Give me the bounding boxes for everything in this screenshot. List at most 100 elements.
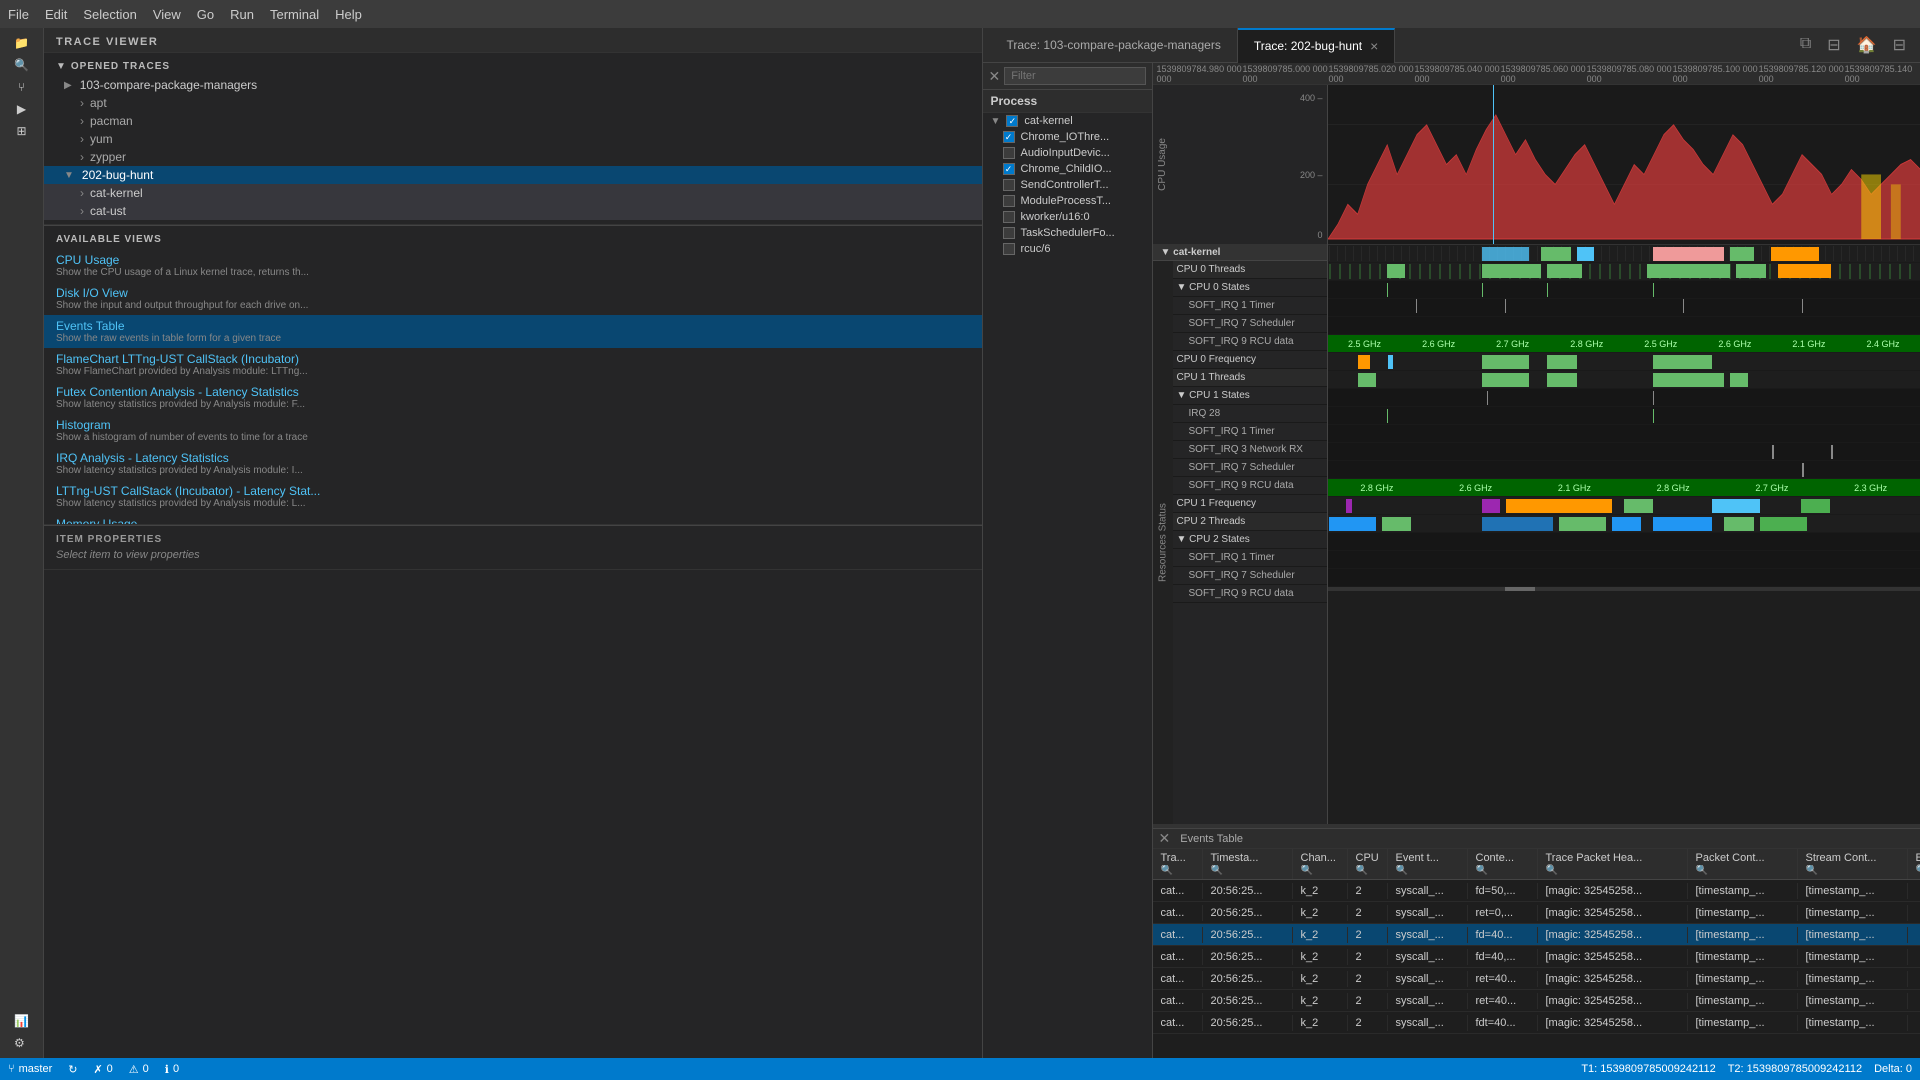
warnings-count[interactable]: ⚠ 0 xyxy=(129,1063,149,1076)
proc-send-ctrl[interactable]: SendControllerT... xyxy=(983,177,1152,193)
cpu1-threads-label[interactable]: CPU 1 Threads xyxy=(1173,369,1327,387)
view-cpu-usage[interactable]: CPU Usage Show the CPU usage of a Linux … xyxy=(44,249,982,282)
cpu2-threads-label[interactable]: CPU 2 Threads xyxy=(1173,513,1327,531)
proc-audio[interactable]: AudioInputDevic... xyxy=(983,145,1152,161)
proc-cat-kernel[interactable]: ▼ cat-kernel xyxy=(983,113,1152,129)
table-row-5[interactable]: cat... 20:56:25... k_2 2 syscall_... ret… xyxy=(1153,968,1920,990)
col-chan[interactable]: Chan... xyxy=(1293,849,1348,879)
proc-chrome-child-checkbox[interactable] xyxy=(1003,163,1015,175)
view-flamechart[interactable]: FlameChart LTTng-UST CallStack (Incubato… xyxy=(44,348,982,381)
menu-terminal[interactable]: Terminal xyxy=(270,7,319,22)
tab-filter-action[interactable]: ⊟ xyxy=(1887,33,1912,57)
trace-item-cat-ust[interactable]: › cat-ust xyxy=(44,202,982,220)
table-row-1[interactable]: cat... 20:56:25... k_2 2 syscall_... fd=… xyxy=(1153,880,1920,902)
close-events-table[interactable]: ✕ xyxy=(1153,830,1177,847)
col-chan-search[interactable] xyxy=(1301,865,1339,876)
proc-chrome-io-checkbox[interactable] xyxy=(1003,131,1015,143)
view-irq[interactable]: IRQ Analysis - Latency Statistics Show l… xyxy=(44,447,982,480)
proc-task-sched-checkbox[interactable] xyxy=(1003,227,1015,239)
view-events-table[interactable]: Events Table Show the raw events in tabl… xyxy=(44,315,982,348)
trace-202[interactable]: ▼ 202-bug-hunt xyxy=(44,166,982,184)
table-row-4[interactable]: cat... 20:56:25... k_2 2 syscall_... fd=… xyxy=(1153,946,1920,968)
proc-rcuc-checkbox[interactable] xyxy=(1003,243,1015,255)
col-tph-search-icon[interactable]: 🔍 xyxy=(1546,865,1679,876)
table-row-6[interactable]: cat... 20:56:25... k_2 2 syscall_... ret… xyxy=(1153,990,1920,1012)
trace-item-cat-kernel[interactable]: › cat-kernel xyxy=(44,184,982,202)
col-ectx[interactable]: Event Context 🔍 xyxy=(1908,849,1920,879)
col-tph[interactable]: Trace Packet Hea... 🔍 xyxy=(1538,849,1688,879)
errors-count[interactable]: ✗ 0 xyxy=(93,1063,112,1076)
proc-module[interactable]: ModuleProcessT... xyxy=(983,193,1152,209)
col-pkt[interactable]: Packet Cont... xyxy=(1688,849,1798,879)
git-branch[interactable]: ⑂ master xyxy=(8,1063,52,1075)
trace-item-apt[interactable]: › apt xyxy=(44,94,982,112)
col-ctx[interactable]: Conte... xyxy=(1468,849,1538,879)
cpu0-states-label[interactable]: ▼ CPU 0 States xyxy=(1173,279,1327,297)
menu-selection[interactable]: Selection xyxy=(83,7,136,22)
trace-rows-scroll[interactable]: 2.5 GHz 2.6 GHz 2.7 GHz 2.8 GHz 2.5 GHz … xyxy=(1328,245,1920,824)
proc-audio-checkbox[interactable] xyxy=(1003,147,1015,159)
trace-item-yum[interactable]: › yum xyxy=(44,130,982,148)
col-timestamp[interactable]: Timesta... xyxy=(1203,849,1293,879)
trace-item-pacman[interactable]: › pacman xyxy=(44,112,982,130)
col-ectx-search-icon[interactable]: 🔍 xyxy=(1916,865,1920,876)
menu-run[interactable]: Run xyxy=(230,7,254,22)
view-memory[interactable]: Memory Usage Show the Linux UST memory u… xyxy=(44,513,982,525)
proc-module-checkbox[interactable] xyxy=(1003,195,1015,207)
view-lttng-ust[interactable]: LTTng-UST CallStack (Incubator) - Latenc… xyxy=(44,480,982,513)
tab-settings-action[interactable]: 🏠 xyxy=(1851,33,1883,57)
events-table-body[interactable]: cat... 20:56:25... k_2 2 syscall_... fd=… xyxy=(1153,880,1920,1058)
proc-kworker[interactable]: kworker/u16:0 xyxy=(983,209,1152,225)
proc-chrome-child[interactable]: Chrome_ChildIO... xyxy=(983,161,1152,177)
cpu1-states-label[interactable]: ▼ CPU 1 States xyxy=(1173,387,1327,405)
proc-send-ctrl-checkbox[interactable] xyxy=(1003,179,1015,191)
table-row-7[interactable]: cat... 20:56:25... k_2 2 syscall_... fdt… xyxy=(1153,1012,1920,1034)
proc-chrome-io[interactable]: Chrome_IOThre... xyxy=(983,129,1152,145)
col-stm-search[interactable] xyxy=(1806,865,1899,876)
tab-split-vertical[interactable]: ⧉ xyxy=(1794,33,1817,57)
proc-task-sched[interactable]: TaskSchedulerFo... xyxy=(983,225,1152,241)
view-histogram[interactable]: Histogram Show a histogram of number of … xyxy=(44,414,982,447)
menu-file[interactable]: File xyxy=(8,7,29,22)
col-tra[interactable]: Tra... xyxy=(1153,849,1203,879)
sidebar-icon-files[interactable]: 📁 xyxy=(14,36,29,50)
menu-go[interactable]: Go xyxy=(197,7,214,22)
table-row-3[interactable]: cat... 20:56:25... k_2 2 syscall_... fd=… xyxy=(1153,924,1920,946)
col-ctx-search[interactable] xyxy=(1476,865,1529,876)
col-tra-search[interactable] xyxy=(1161,865,1194,876)
proc-rcuc[interactable]: rcuc/6 xyxy=(983,241,1152,257)
sidebar-icon-search[interactable]: 🔍 xyxy=(14,58,29,72)
col-cpu-search[interactable] xyxy=(1356,865,1379,876)
menu-view[interactable]: View xyxy=(153,7,181,22)
cpu2-states-label[interactable]: ▼ CPU 2 States xyxy=(1173,531,1327,549)
col-pkt-search[interactable] xyxy=(1696,865,1789,876)
view-disk-io[interactable]: Disk I/O View Show the input and output … xyxy=(44,282,982,315)
filter-input[interactable] xyxy=(1004,67,1145,85)
close-tab-202[interactable]: × xyxy=(1370,38,1378,54)
proc-kworker-checkbox[interactable] xyxy=(1003,211,1015,223)
table-row-2[interactable]: cat... 20:56:25... k_2 2 syscall_... ret… xyxy=(1153,902,1920,924)
col-cpu[interactable]: CPU xyxy=(1348,849,1388,879)
sync-icon[interactable]: ↻ xyxy=(68,1063,77,1076)
cpu0-threads-label[interactable]: CPU 0 Threads xyxy=(1173,261,1327,279)
sidebar-icon-source[interactable]: ⑂ xyxy=(18,80,25,94)
trace-item-zypper[interactable]: › zypper xyxy=(44,148,982,166)
close-filter-icon[interactable]: ✕ xyxy=(989,68,1001,85)
trace-103[interactable]: ▶ 103-compare-package-managers xyxy=(44,76,982,94)
col-timestamp-search[interactable] xyxy=(1211,865,1284,876)
tab-202[interactable]: Trace: 202-bug-hunt × xyxy=(1238,28,1395,63)
opened-traces-header[interactable]: ▼ OPENED TRACES xyxy=(44,57,982,76)
col-stm[interactable]: Stream Cont... xyxy=(1798,849,1908,879)
menu-edit[interactable]: Edit xyxy=(45,7,67,22)
proc-cat-kernel-checkbox[interactable] xyxy=(1006,115,1018,127)
sidebar-icon-trace[interactable]: 📊 xyxy=(14,1014,29,1028)
sidebar-icon-settings[interactable]: ⚙ xyxy=(14,1036,29,1050)
view-futex[interactable]: Futex Contention Analysis - Latency Stat… xyxy=(44,381,982,414)
menu-help[interactable]: Help xyxy=(335,7,362,22)
col-evt-search[interactable] xyxy=(1396,865,1459,876)
col-evt[interactable]: Event t... xyxy=(1388,849,1468,879)
sidebar-icon-extensions[interactable]: ⊞ xyxy=(16,124,26,138)
tab-103[interactable]: Trace: 103-compare-package-managers xyxy=(991,28,1238,63)
tab-split-horizontal[interactable]: ⊟ xyxy=(1821,33,1846,57)
sidebar-icon-run[interactable]: ▶ xyxy=(17,102,26,116)
